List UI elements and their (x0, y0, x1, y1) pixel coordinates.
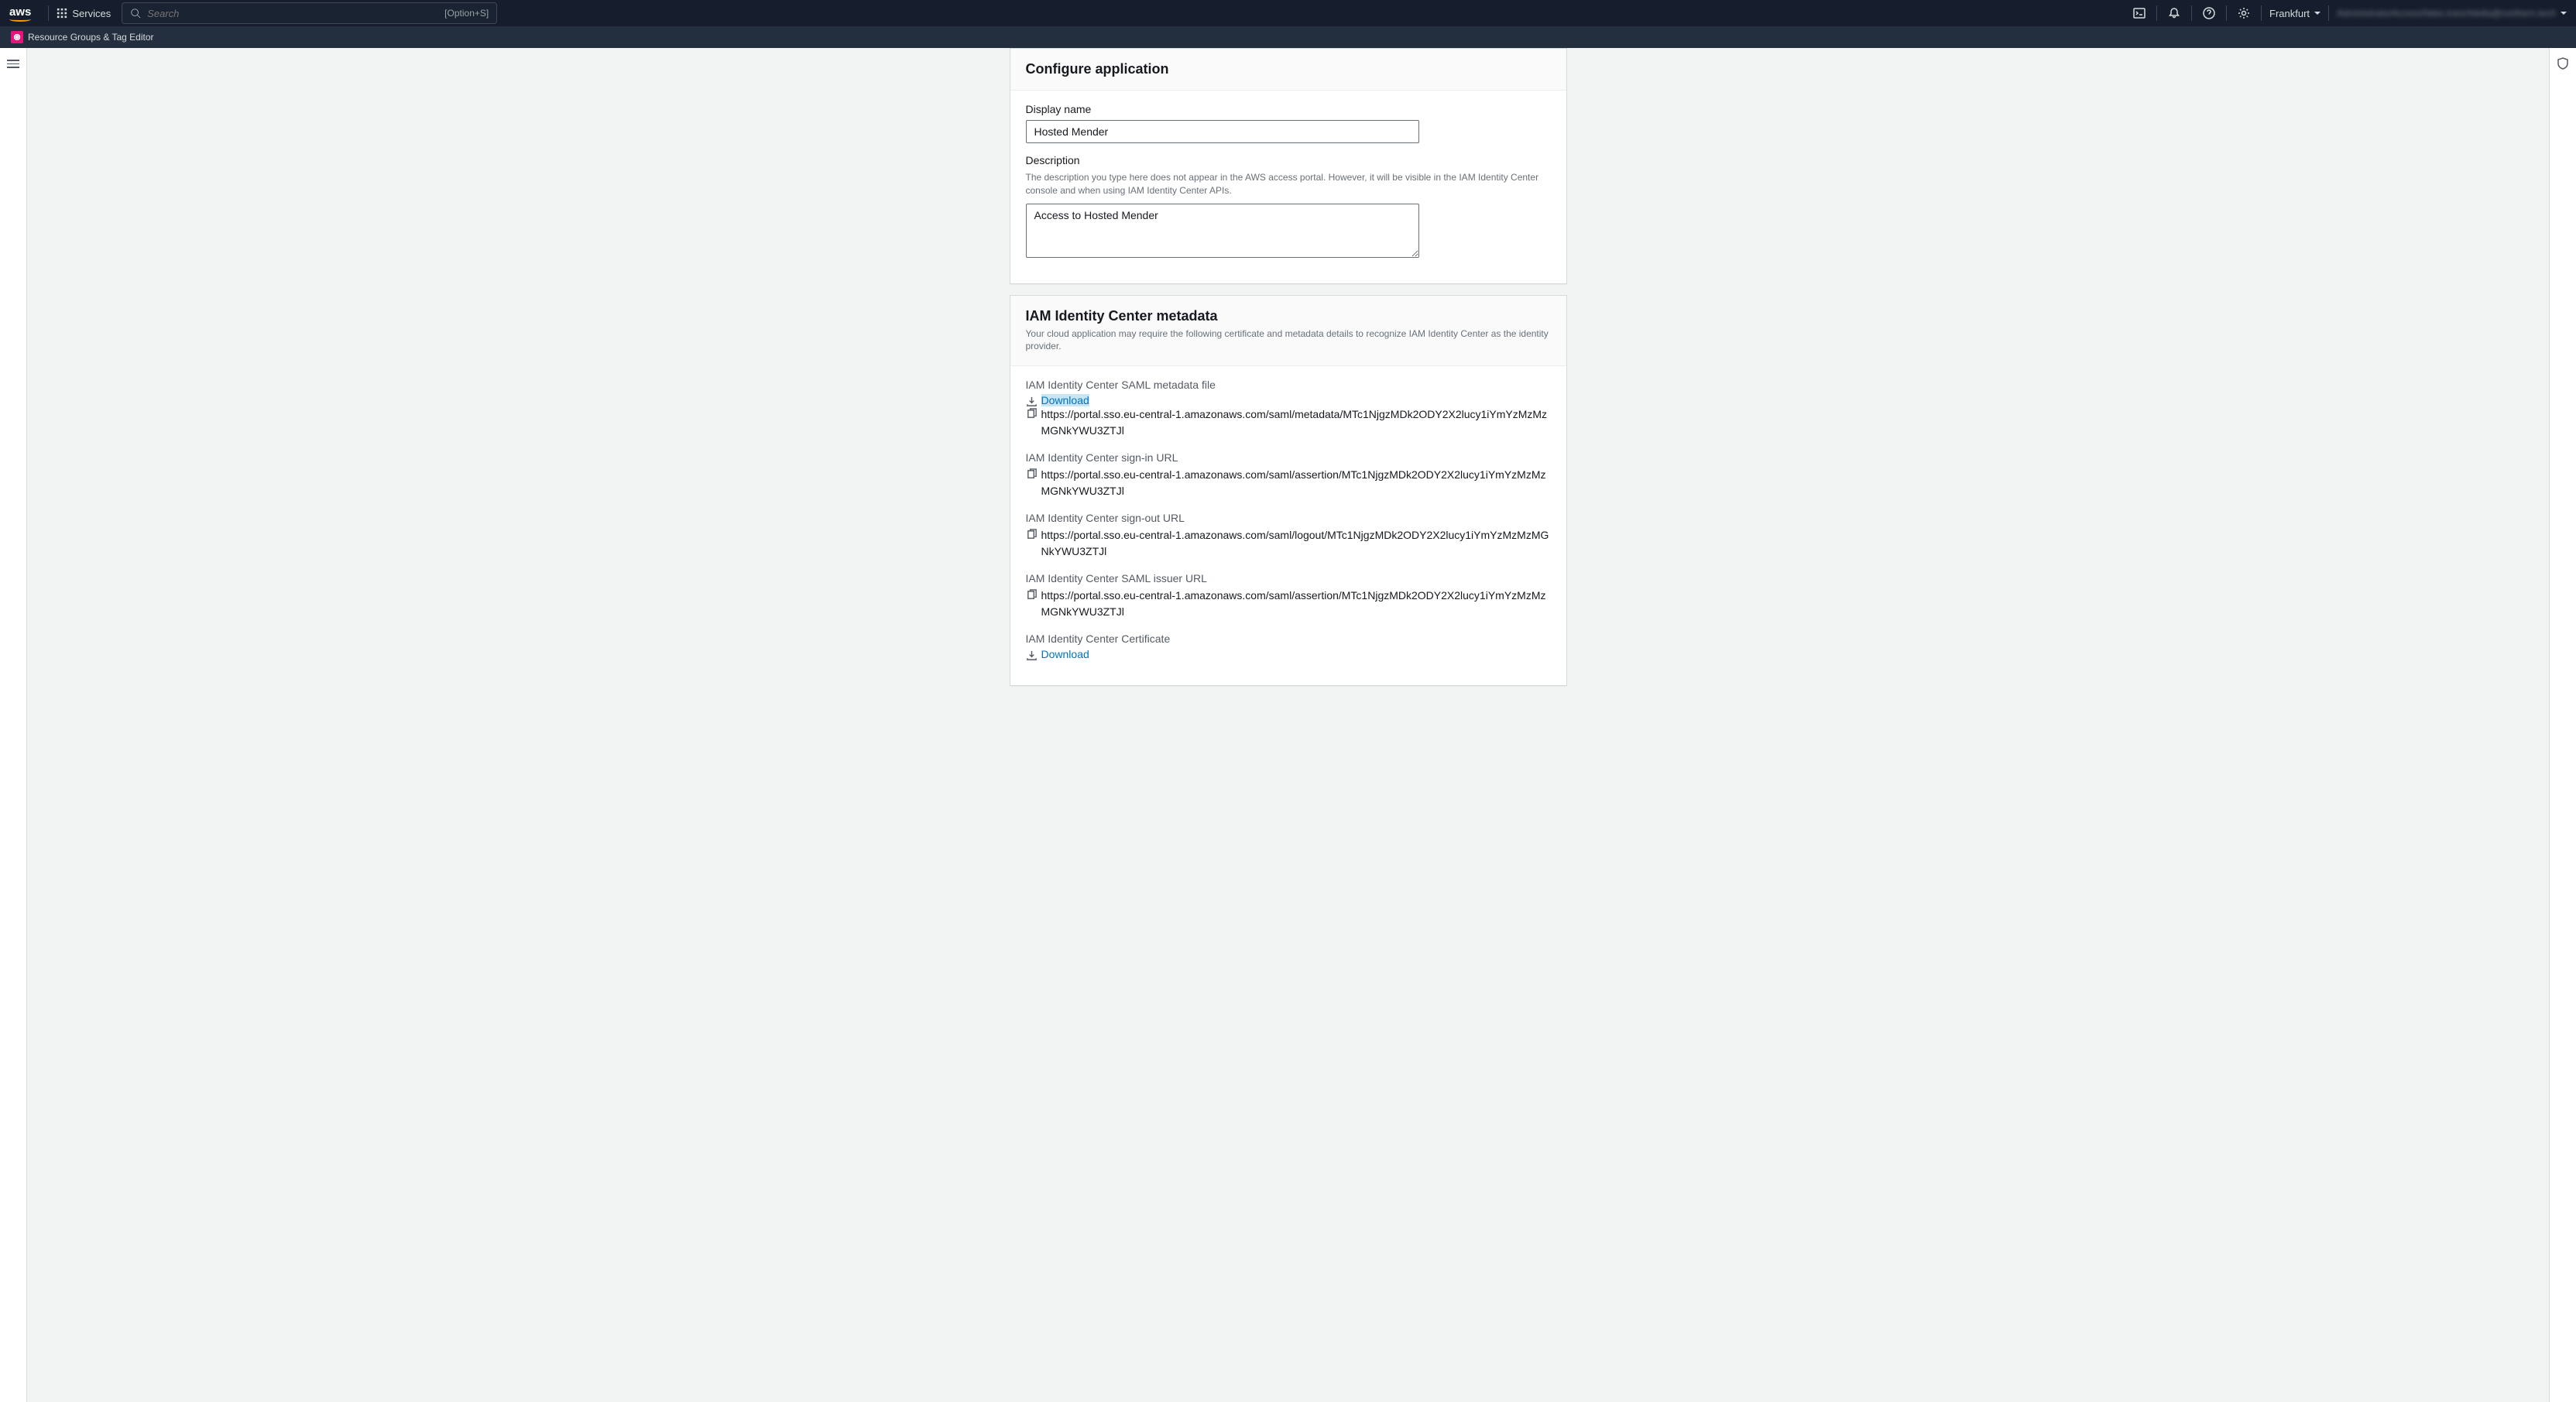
caret-down-icon (2314, 12, 2320, 15)
aws-logo-text: aws (9, 5, 31, 19)
nav-divider (2261, 5, 2262, 21)
panel-header: IAM Identity Center metadata Your cloud … (1010, 296, 1566, 367)
panel-title: Configure application (1026, 61, 1551, 77)
metadata-panel: IAM Identity Center metadata Your cloud … (1010, 295, 1567, 687)
copy-icon[interactable] (1026, 529, 1038, 540)
nav-divider (2226, 5, 2227, 21)
meta-label: IAM Identity Center SAML issuer URL (1026, 572, 1551, 584)
copy-icon[interactable] (1026, 468, 1038, 480)
configure-application-panel: Configure application Display name Descr… (1010, 48, 1567, 284)
meta-label: IAM Identity Center sign-out URL (1026, 512, 1551, 524)
issuer-url-item: IAM Identity Center SAML issuer URL http… (1026, 572, 1551, 620)
panel-title: IAM Identity Center metadata (1026, 308, 1551, 324)
nav-divider (2328, 5, 2329, 21)
description-help: The description you type here does not a… (1026, 171, 1551, 197)
aws-logo[interactable]: aws (9, 5, 31, 22)
services-menu[interactable]: Services (57, 8, 111, 19)
help-icon (2203, 7, 2215, 19)
panel-subtitle: Your cloud application may require the f… (1026, 327, 1551, 354)
display-name-label: Display name (1026, 103, 1551, 115)
left-rail (0, 48, 27, 1402)
description-label: Description (1026, 154, 1551, 166)
description-textarea[interactable] (1026, 204, 1419, 258)
resource-groups-label: Resource Groups & Tag Editor (28, 32, 154, 43)
issuer-url: https://portal.sso.eu-central-1.amazonaw… (1041, 588, 1551, 620)
region-selector[interactable]: Frankfurt (2269, 8, 2320, 19)
signin-url-item: IAM Identity Center sign-in URL https://… (1026, 451, 1551, 499)
meta-label: IAM Identity Center Certificate (1026, 632, 1551, 645)
gear-icon (2238, 7, 2250, 19)
nav-divider (48, 5, 49, 21)
display-name-group: Display name (1026, 103, 1551, 143)
security-hub-button[interactable] (2557, 57, 2569, 70)
sub-nav: Resource Groups & Tag Editor (0, 26, 2576, 48)
top-nav: aws Services [Option+S] (0, 0, 2576, 26)
main-area: Configure application Display name Descr… (27, 48, 2549, 1402)
panel-body: Display name Description The description… (1010, 91, 1566, 283)
meta-label: IAM Identity Center sign-in URL (1026, 451, 1551, 464)
description-group: Description The description you type her… (1026, 154, 1551, 260)
help-button[interactable] (2200, 7, 2218, 19)
nav-divider (2191, 5, 2192, 21)
search-icon (130, 8, 141, 19)
bell-icon (2168, 7, 2180, 19)
meta-label: IAM Identity Center SAML metadata file (1026, 379, 1551, 391)
cloudshell-icon (2133, 7, 2146, 19)
display-name-input[interactable] (1026, 120, 1419, 143)
resource-groups-link[interactable]: Resource Groups & Tag Editor (11, 31, 154, 43)
right-rail (2549, 48, 2576, 1402)
copy-icon[interactable] (1026, 589, 1038, 601)
certificate-item: IAM Identity Center Certificate Download (1026, 632, 1551, 660)
settings-button[interactable] (2235, 7, 2253, 19)
certificate-download-link[interactable]: Download (1041, 648, 1089, 660)
account-label: AdministratorAccess/fabio.tranchitella@n… (2337, 8, 2556, 19)
signout-url: https://portal.sso.eu-central-1.amazonaw… (1041, 527, 1551, 560)
shield-icon (2557, 60, 2569, 72)
search-shortcut: [Option+S] (444, 8, 489, 19)
resource-groups-icon (11, 31, 23, 43)
panel-header: Configure application (1010, 49, 1566, 91)
region-label: Frankfurt (2269, 8, 2310, 19)
saml-file-url: https://portal.sso.eu-central-1.amazonaw… (1041, 406, 1551, 439)
grid-icon (57, 8, 67, 19)
open-nav-button[interactable] (7, 57, 19, 70)
panel-body: IAM Identity Center SAML metadata file D… (1010, 366, 1566, 685)
account-menu[interactable]: AdministratorAccess/fabio.tranchitella@n… (2337, 8, 2567, 19)
search-box[interactable]: [Option+S] (122, 2, 497, 24)
signin-url: https://portal.sso.eu-central-1.amazonaw… (1041, 467, 1551, 499)
cloudshell-button[interactable] (2130, 7, 2149, 19)
download-icon (1026, 396, 1038, 407)
saml-file-download-link[interactable]: Download (1041, 394, 1089, 406)
saml-metadata-file-item: IAM Identity Center SAML metadata file D… (1026, 379, 1551, 439)
notifications-button[interactable] (2165, 7, 2183, 19)
search-input[interactable] (147, 8, 444, 19)
caret-down-icon (2561, 12, 2567, 15)
signout-url-item: IAM Identity Center sign-out URL https:/… (1026, 512, 1551, 560)
copy-icon[interactable] (1026, 408, 1038, 420)
services-label: Services (72, 8, 111, 19)
nav-divider (2156, 5, 2157, 21)
download-icon (1026, 650, 1038, 661)
